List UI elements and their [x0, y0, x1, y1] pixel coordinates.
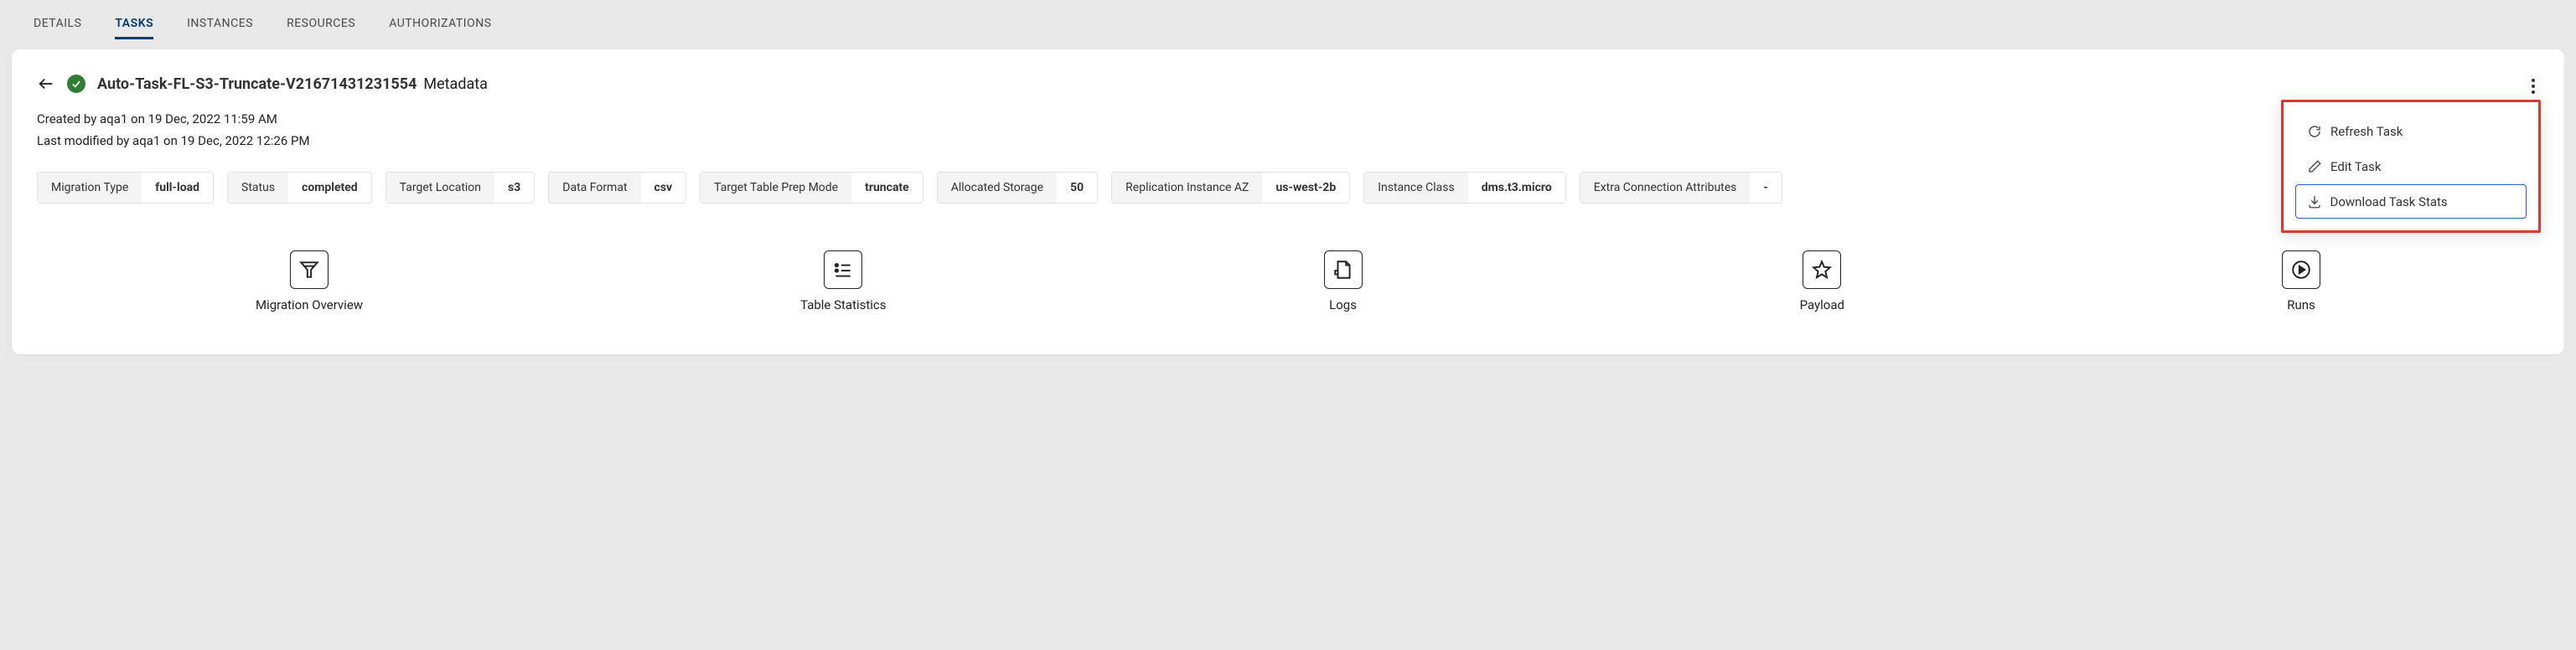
header-row: Auto-Task-FL-S3-Truncate-V21671431231554… [37, 75, 2539, 93]
list-icon [824, 250, 862, 289]
tab-details[interactable]: DETAILS [34, 10, 81, 39]
download-icon [2307, 194, 2322, 209]
tab-instances[interactable]: INSTANCES [187, 10, 253, 39]
chip-label: Extra Connection Attributes [1580, 173, 1751, 203]
back-button[interactable] [37, 75, 55, 93]
kpi-row: Migration Overview Table Statistics [37, 250, 2539, 312]
chip-table-prep-mode: Target Table Prep Mode truncate [700, 172, 923, 204]
chip-value: 50 [1057, 173, 1097, 203]
chips-container: Migration Type full-load Status complete… [37, 172, 2539, 204]
chip-label: Status [228, 173, 288, 203]
chip-label: Replication Instance AZ [1112, 173, 1262, 203]
play-circle-icon [2282, 250, 2320, 289]
chip-label: Allocated Storage [938, 173, 1057, 203]
more-actions-button[interactable] [2527, 75, 2539, 101]
tab-resources[interactable]: RESOURCES [287, 10, 355, 39]
dropdown-label: Download Task Stats [2330, 194, 2448, 209]
edit-task-item[interactable]: Edit Task [2295, 149, 2527, 184]
funnel-icon [290, 250, 328, 289]
tab-authorizations[interactable]: AUTHORIZATIONS [389, 10, 491, 39]
document-icon [1324, 250, 1363, 289]
check-icon [70, 78, 82, 90]
status-indicator [67, 75, 85, 93]
pencil-icon [2307, 159, 2322, 174]
chip-label: Target Table Prep Mode [701, 173, 851, 203]
chip-value: completed [288, 173, 371, 203]
kpi-payload[interactable]: Payload [1800, 250, 1844, 312]
kpi-logs[interactable]: Logs [1324, 250, 1363, 312]
arrow-left-icon [37, 75, 55, 93]
modified-by-text: Last modified by aqa1 on 19 Dec, 2022 12… [37, 133, 2539, 148]
chip-status: Status completed [227, 172, 372, 204]
tab-tasks[interactable]: TASKS [115, 10, 153, 39]
page-title: Auto-Task-FL-S3-Truncate-V21671431231554… [97, 75, 488, 93]
created-by-text: Created by aqa1 on 19 Dec, 2022 11:59 AM [37, 111, 2539, 126]
kpi-runs[interactable]: Runs [2282, 250, 2320, 312]
chip-label: Target Location [386, 173, 494, 203]
chip-target-location: Target Location s3 [385, 172, 535, 204]
refresh-task-item[interactable]: Refresh Task [2295, 114, 2527, 149]
dropdown-label: Refresh Task [2330, 124, 2403, 139]
task-name: Auto-Task-FL-S3-Truncate-V21671431231554 [97, 75, 416, 93]
star-icon [1803, 250, 1841, 289]
actions-dropdown: Refresh Task Edit Task Download Task Sta… [2281, 100, 2541, 233]
chip-replication-az: Replication Instance AZ us-west-2b [1111, 172, 1350, 204]
kpi-migration-overview[interactable]: Migration Overview [256, 250, 363, 312]
chip-allocated-storage: Allocated Storage 50 [937, 172, 1098, 204]
chip-value: csv [641, 173, 686, 203]
kpi-table-statistics[interactable]: Table Statistics [800, 250, 886, 312]
chip-value: dms.t3.micro [1468, 173, 1565, 203]
chip-value: full-load [142, 173, 213, 203]
chip-value: - [1750, 173, 1782, 203]
task-card: Auto-Task-FL-S3-Truncate-V21671431231554… [12, 49, 2564, 354]
chip-data-format: Data Format csv [548, 172, 686, 204]
chip-label: Instance Class [1364, 173, 1468, 203]
kpi-label: Table Statistics [800, 297, 886, 312]
chip-instance-class: Instance Class dms.t3.micro [1363, 172, 1566, 204]
dropdown-label: Edit Task [2330, 159, 2381, 174]
refresh-icon [2307, 124, 2322, 139]
chip-value: s3 [494, 173, 534, 203]
chip-label: Data Format [549, 173, 640, 203]
chip-label: Migration Type [38, 173, 142, 203]
chip-extra-conn-attrs: Extra Connection Attributes - [1580, 172, 1782, 204]
download-task-stats-item[interactable]: Download Task Stats [2295, 184, 2527, 219]
chip-value: truncate [851, 173, 923, 203]
chip-migration-type: Migration Type full-load [37, 172, 214, 204]
kpi-label: Runs [2287, 297, 2315, 312]
tabs-bar: DETAILS TASKS INSTANCES RESOURCES AUTHOR… [0, 0, 2576, 49]
kpi-label: Logs [1329, 297, 1357, 312]
kpi-label: Migration Overview [256, 297, 363, 312]
kpi-label: Payload [1800, 297, 1844, 312]
kebab-icon [2531, 78, 2536, 95]
chip-value: us-west-2b [1262, 173, 1349, 203]
task-subtitle: Metadata [423, 75, 488, 93]
